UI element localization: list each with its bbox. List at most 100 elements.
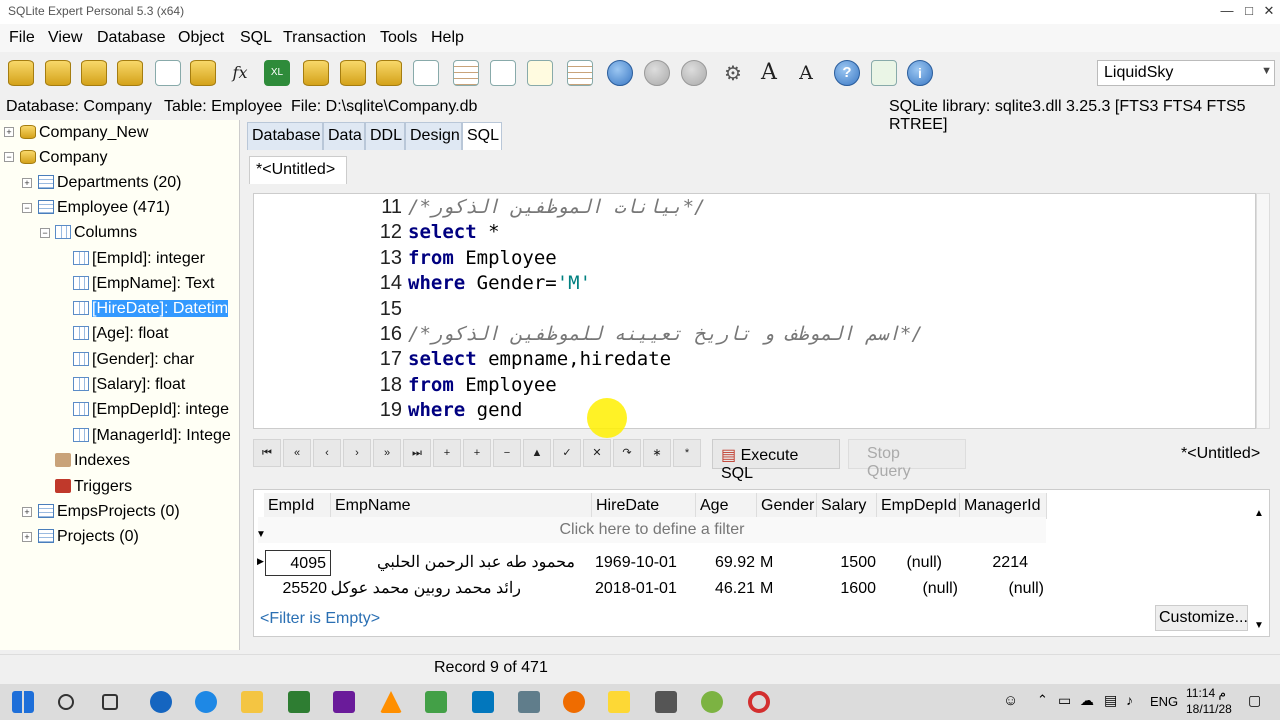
tree-node-departments[interactable]: Departments (20) [38,170,182,195]
font-decrease-icon[interactable]: A [793,60,819,86]
function-icon[interactable]: fx [227,60,253,86]
tree-node-employee[interactable]: Employee (471) [38,195,170,220]
tree-node-column[interactable]: [EmpId]: integer [73,246,205,271]
language-indicator[interactable]: ENG [1150,694,1178,709]
filter-row[interactable]: Click here to define a filter [258,517,1046,543]
cell-managerid[interactable]: (null) [962,576,1044,602]
remove-database-icon[interactable] [117,60,143,86]
opera-icon[interactable] [748,691,770,713]
cell-empdepid[interactable]: (null) [878,550,942,576]
column-header-empname[interactable]: EmpName [331,493,592,519]
new-icon[interactable] [527,60,553,86]
code-line[interactable]: where gend [408,399,522,421]
column-header-hiredate[interactable]: HireDate [592,493,696,519]
menu-tools[interactable]: Tools [380,29,417,47]
tree-node-triggers[interactable]: Triggers [55,474,132,499]
cell-age[interactable]: 46.21 [697,576,755,602]
cell-empname[interactable]: رائد محمد روبين محمد عوكل [331,576,521,602]
edit-icon[interactable]: ▲ [523,439,551,467]
menu-database[interactable]: Database [97,29,166,47]
cell-hiredate[interactable]: 2018-01-01 [595,576,695,602]
cell-salary[interactable]: 1600 [818,576,876,602]
last-icon[interactable]: ⏭ [403,439,431,467]
minimize-icon[interactable]: — [1218,2,1236,20]
cell-empid[interactable]: 4095 [265,550,331,576]
column-header-managerid[interactable]: ManagerId [960,493,1047,519]
new-view-icon[interactable] [376,60,402,86]
menu-object[interactable]: Object [178,29,224,47]
vscode-icon[interactable] [472,691,494,713]
clock-time[interactable]: 11:14 م [1186,686,1226,700]
tree-node-columns[interactable]: Columns [55,220,137,245]
insert-icon[interactable]: + [433,439,461,467]
tree-node-column[interactable]: [Gender]: char [73,347,194,372]
volume-icon[interactable]: ♪ [1126,692,1133,708]
bookmark-icon[interactable]: ∗ [643,439,671,467]
export-icon[interactable] [490,60,516,86]
document-tab[interactable]: *<Untitled> [249,156,347,184]
delete-icon[interactable]: − [493,439,521,467]
code-line[interactable]: from Employee [408,247,557,269]
excel-icon[interactable]: XL [264,60,290,86]
update-icon[interactable] [871,60,897,86]
edit-icon[interactable] [190,60,216,86]
cell-empid[interactable]: 25520 [265,576,331,602]
execute-sql-button[interactable]: ▤ Execute SQL [712,439,840,482]
tab-data[interactable]: Data [323,122,365,150]
search-icon[interactable] [58,694,74,710]
help-icon[interactable]: ? [834,60,860,86]
customize-button[interactable]: Customize... [1155,605,1248,631]
cell-age[interactable]: 69.92 [697,550,755,576]
first-icon[interactable]: ⏮ [253,439,281,467]
next-icon[interactable]: › [343,439,371,467]
post-icon[interactable]: ✓ [553,439,581,467]
cell-empdepid[interactable]: (null) [880,576,958,602]
editor-scrollbar[interactable] [1256,193,1270,429]
maximize-icon[interactable]: □ [1240,2,1258,20]
rename-icon[interactable] [155,60,181,86]
collapse-icon[interactable]: − [22,203,32,213]
refresh-icon[interactable] [303,60,329,86]
tree-node-indexes[interactable]: Indexes [55,448,130,473]
notifications-icon[interactable]: ▢ [1248,692,1261,709]
sql-editor[interactable]: 11 /*بيانات الموظفين الذكور*/ 12 select * 13… [253,193,1256,429]
collapse-icon[interactable]: − [40,228,50,238]
new-table-icon[interactable] [340,60,366,86]
app-icon[interactable] [425,691,447,713]
menu-sql[interactable]: SQL [240,29,272,47]
report-icon[interactable] [567,60,593,86]
expand-icon[interactable]: + [22,178,32,188]
notepad-icon[interactable] [288,691,310,713]
menu-file[interactable]: File [9,29,35,47]
expand-icon[interactable]: + [22,507,32,517]
tree-node-company-new[interactable]: Company_New [20,120,148,145]
tree-node-column[interactable]: [EmpName]: Text [73,271,214,296]
chevron-down-icon[interactable]: ▼ [1261,65,1272,77]
column-header-age[interactable]: Age [696,493,757,519]
tree-node-company[interactable]: Company [20,145,107,170]
insert-after-icon[interactable]: + [463,439,491,467]
code-line[interactable]: select * [408,221,500,243]
code-line[interactable]: where Gender='M' [408,272,591,294]
vlc-icon[interactable] [380,691,402,713]
tools-icon[interactable] [518,691,540,713]
tree-node-column[interactable]: [ManagerId]: Intege [73,423,234,448]
next-page-icon[interactable]: » [373,439,401,467]
goto-bookmark-icon[interactable]: * [673,439,701,467]
tree-node-column[interactable]: [Age]: float [73,321,169,346]
stop-icon[interactable] [644,60,670,86]
design-icon[interactable] [413,60,439,86]
task-view-icon[interactable] [102,694,118,710]
cell-salary[interactable]: 1500 [818,550,876,576]
grid-icon[interactable] [453,60,479,86]
edge-legacy-icon[interactable] [150,691,172,713]
tab-sql[interactable]: SQL [462,122,502,150]
cloud-icon[interactable]: ☁ [1080,692,1094,709]
tab-ddl[interactable]: DDL [365,122,405,150]
cell-gender[interactable]: M [760,576,800,602]
attach-database-icon[interactable] [81,60,107,86]
cell-managerid[interactable]: 2214 [962,550,1028,576]
column-header-salary[interactable]: Salary [817,493,877,519]
edge-icon[interactable] [195,691,217,713]
stop-query-button[interactable]: Stop Query [848,439,966,480]
